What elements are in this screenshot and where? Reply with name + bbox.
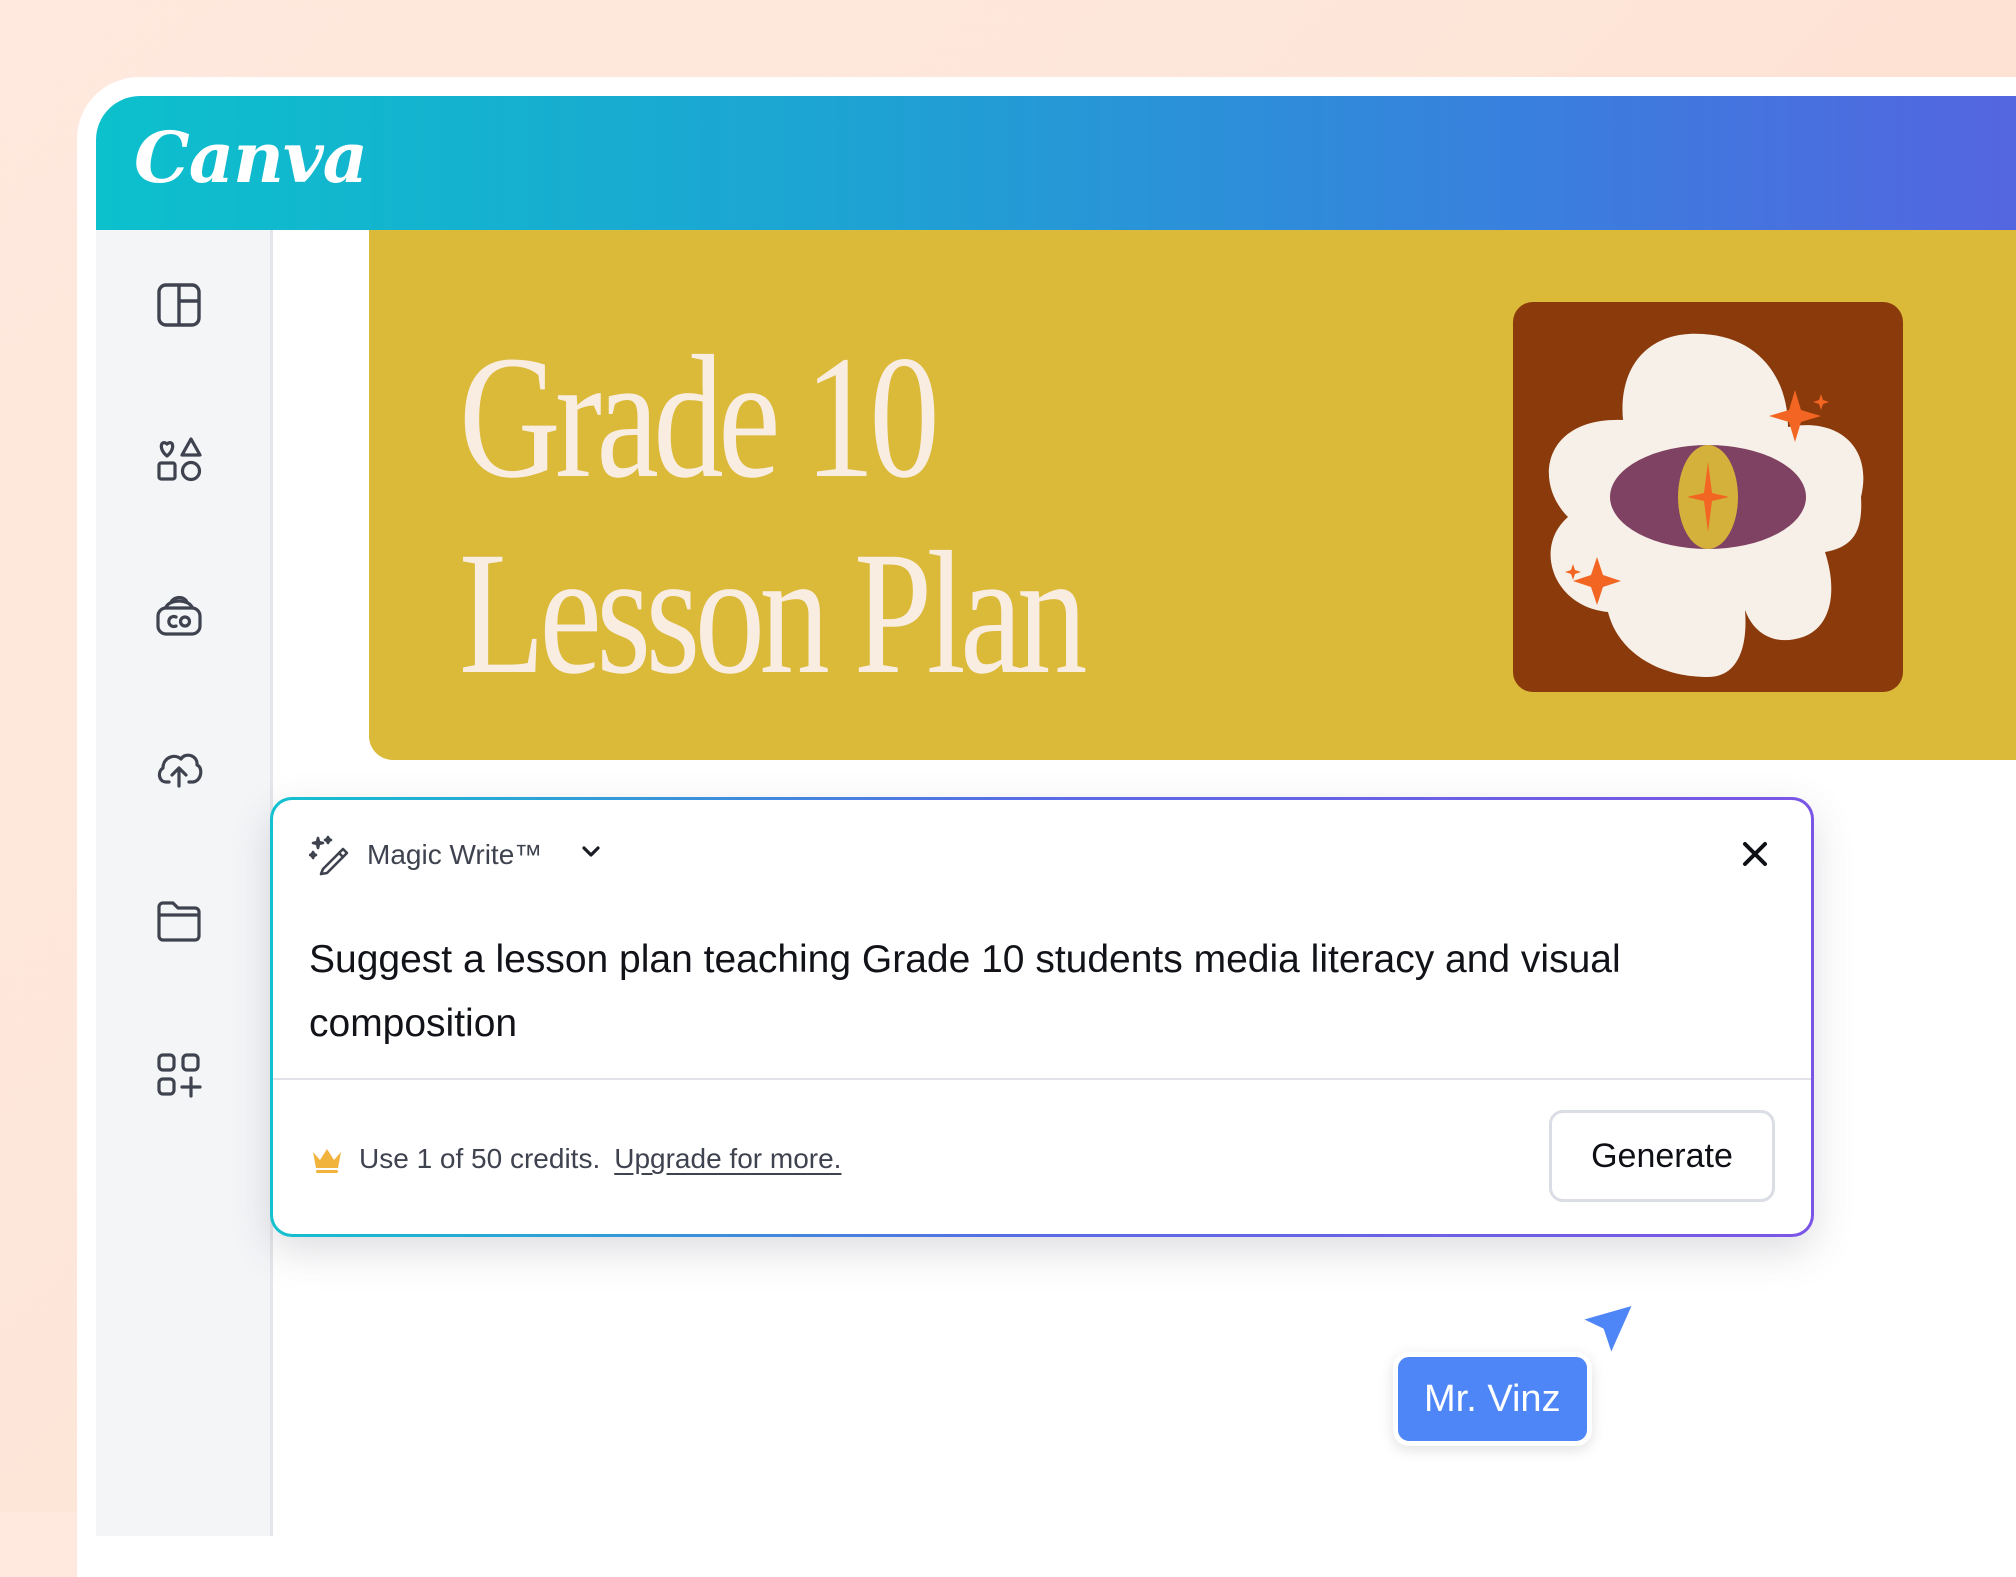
close-icon[interactable] [1735,834,1775,874]
collaborator-cursor-icon [1577,1301,1637,1359]
magic-write-panel: Magic Write™ Suggest a lesson plan teach… [270,797,1814,1237]
banner-title[interactable]: Grade 10 Lesson Plan [459,320,1087,712]
apps-icon[interactable] [154,1050,204,1100]
sidebar [96,230,273,1536]
flower-illustration[interactable] [1513,302,1903,692]
chevron-down-icon[interactable] [578,839,604,872]
top-bar: Canva [96,96,2016,230]
folder-icon[interactable] [154,895,204,945]
magic-write-header[interactable]: Magic Write™ [309,832,604,878]
title-line-2: Lesson Plan [459,516,1087,711]
magic-pencil-icon [309,835,349,876]
upgrade-link[interactable]: Upgrade for more. [614,1143,841,1175]
collaborator-name-tag: Mr. Vinz [1393,1352,1592,1446]
credits-text: Use 1 of 50 credits. [359,1143,601,1174]
title-line-1: Grade 10 [459,320,940,515]
panel-divider [273,1078,1811,1080]
prompt-input[interactable]: Suggest a lesson plan teaching Grade 10 … [309,928,1749,1056]
upload-cloud-icon[interactable] [154,742,204,792]
elements-icon[interactable] [154,435,204,485]
layout-icon[interactable] [154,280,204,330]
credits-info: Use 1 of 50 credits. Upgrade for more. [309,1141,841,1177]
generate-button[interactable]: Generate [1549,1110,1775,1202]
crown-icon [313,1149,341,1173]
canva-logo[interactable]: Canva [134,116,368,199]
lesson-banner[interactable]: Grade 10 Lesson Plan [369,230,2016,760]
brand-icon[interactable] [154,590,204,640]
magic-write-label: Magic Write™ [367,839,543,870]
flower-graphic [1548,333,1864,677]
